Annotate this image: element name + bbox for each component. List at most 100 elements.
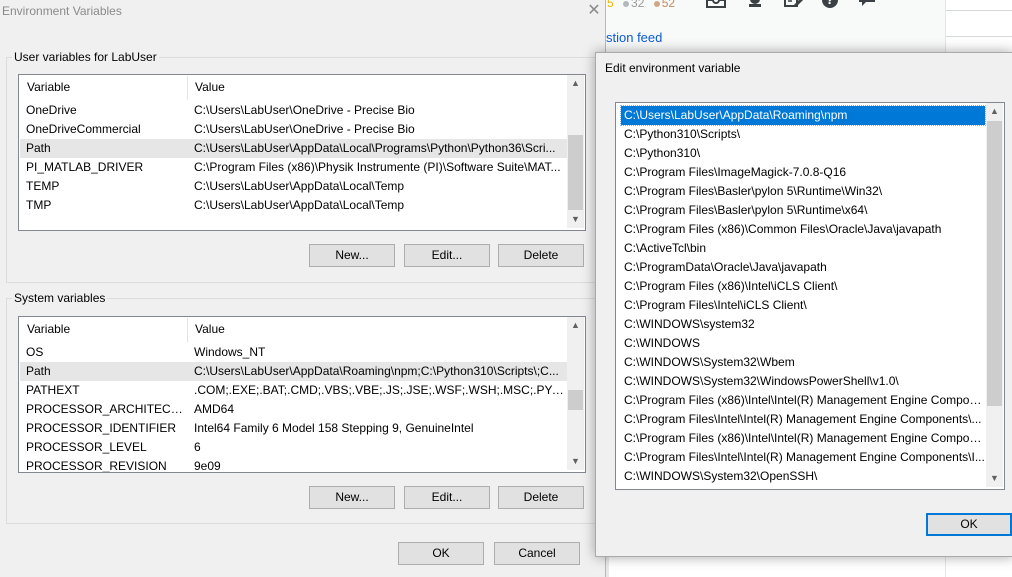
path-entry[interactable]: C:\Python310\Scripts\ <box>621 125 985 144</box>
variable-value: .COM;.EXE;.BAT;.CMD;.VBS;.VBE;.JS;.JSE;.… <box>194 383 564 397</box>
variable-name: Path <box>26 364 51 378</box>
path-entry[interactable]: C:\Program Files\Basler\pylon 5\Runtime\… <box>621 201 985 220</box>
path-entry[interactable]: C:\ProgramData\Oracle\Java\javapath <box>621 258 985 277</box>
variable-value: C:\Program Files (x86)\Physik Instrument… <box>194 160 561 174</box>
table-row[interactable]: PATHEXT .COM;.EXE;.BAT;.CMD;.VBS;.VBE;.J… <box>20 381 567 400</box>
scroll-up-icon[interactable]: ▲ <box>986 103 1003 120</box>
variable-value: C:\Users\LabUser\AppData\Local\Temp <box>194 198 405 212</box>
path-entry[interactable]: C:\WINDOWS\system32 <box>621 315 985 334</box>
system-new-button[interactable]: New... <box>309 486 395 509</box>
column-separator[interactable] <box>187 76 188 100</box>
table-row[interactable]: OS Windows_NT <box>20 343 567 362</box>
scroll-thumb[interactable] <box>987 121 1002 406</box>
table-row[interactable]: TEMP C:\Users\LabUser\AppData\Local\Temp <box>20 177 567 196</box>
scroll-up-icon[interactable]: ▲ <box>567 75 584 92</box>
bronze-badge-icon <box>653 0 660 7</box>
list-header: Variable Value <box>20 76 567 98</box>
path-entry[interactable]: C:\Program Files\Basler\pylon 5\Runtime\… <box>621 182 985 201</box>
table-row[interactable]: OneDriveCommercial C:\Users\LabUser\OneD… <box>20 120 567 139</box>
path-entries-list[interactable]: C:\Users\LabUser\AppData\Roaming\npm C:\P… <box>615 102 1005 490</box>
path-entry[interactable]: C:\WINDOWS\System32\OpenSSH\ <box>621 467 985 486</box>
review-icon[interactable] <box>784 0 804 10</box>
reputation-badges: 5 32 52 <box>599 0 675 10</box>
table-row-selected[interactable]: Path C:\Users\LabUser\AppData\Roaming\np… <box>20 362 567 381</box>
table-row[interactable]: PROCESSOR_LEVEL 6 <box>20 438 567 457</box>
vertical-scrollbar[interactable]: ▲ ▼ <box>567 317 584 470</box>
path-entry[interactable]: C:\Program Files (x86)\Common Files\Orac… <box>621 220 985 239</box>
column-header-value[interactable]: Value <box>195 318 225 340</box>
path-entry[interactable]: C:\Python310\ <box>621 144 985 163</box>
chat-icon[interactable] <box>858 0 876 10</box>
scroll-down-icon[interactable]: ▼ <box>986 470 1003 487</box>
list-header: Variable Value <box>20 318 567 340</box>
path-entry[interactable]: C:\Program Files\Intel\iCLS Client\ <box>621 296 985 315</box>
variable-name: PROCESSOR_IDENTIFIER <box>26 421 177 435</box>
table-row[interactable]: PROCESSOR_IDENTIFIER Intel64 Family 6 Mo… <box>20 419 567 438</box>
column-separator[interactable] <box>187 318 188 342</box>
inbox-icon[interactable] <box>706 0 726 10</box>
path-entry[interactable]: C:\Program Files\Intel\Intel(R) Manageme… <box>621 410 985 429</box>
variable-name: PROCESSOR_ARCHITECTURE <box>26 402 186 416</box>
variable-name: OneDriveCommercial <box>26 122 141 136</box>
user-new-button[interactable]: New... <box>309 244 395 267</box>
variable-value: AMD64 <box>194 402 235 416</box>
variable-name: OneDrive <box>26 103 77 117</box>
user-delete-button[interactable]: Delete <box>498 244 584 267</box>
scroll-down-icon[interactable]: ▼ <box>567 453 584 470</box>
ok-button[interactable]: OK <box>398 542 484 565</box>
scroll-up-icon[interactable]: ▲ <box>567 317 584 334</box>
variable-name: Path <box>26 141 51 155</box>
scroll-thumb[interactable] <box>568 390 583 410</box>
scroll-down-icon[interactable]: ▼ <box>567 211 584 228</box>
table-row[interactable]: TMP C:\Users\LabUser\AppData\Local\Temp <box>20 196 567 215</box>
variable-name: TMP <box>26 198 52 212</box>
variable-value: C:\Users\LabUser\OneDrive - Precise Bio <box>194 122 415 136</box>
table-row-selected[interactable]: Path C:\Users\LabUser\AppData\Local\Prog… <box>20 139 567 158</box>
path-entry[interactable]: C:\WINDOWS\System32\WindowsPowerShell\v1… <box>621 372 985 391</box>
table-row[interactable]: PI_MATLAB_DRIVER C:\Program Files (x86)\… <box>20 158 567 177</box>
system-edit-button[interactable]: Edit... <box>404 486 490 509</box>
system-variables-label: System variables <box>12 291 108 305</box>
path-entry[interactable]: C:\WINDOWS <box>621 334 985 353</box>
user-edit-button[interactable]: Edit... <box>404 244 490 267</box>
variable-value: C:\Users\LabUser\OneDrive - Precise Bio <box>194 103 415 117</box>
column-header-variable[interactable]: Variable <box>27 318 70 340</box>
path-entry[interactable]: C:\WINDOWS\System32\Wbem <box>621 353 985 372</box>
environment-variables-dialog: Environment Variables ✕ User variables f… <box>0 0 606 577</box>
variable-name: PI_MATLAB_DRIVER <box>26 160 144 174</box>
table-row[interactable]: PROCESSOR_REVISION 9e09 <box>20 457 567 473</box>
variable-value: 9e09 <box>194 459 221 473</box>
achievements-icon[interactable] <box>746 0 764 10</box>
variable-name: PATHEXT <box>26 383 80 397</box>
variable-value: C:\Users\LabUser\AppData\Local\Programs\… <box>194 141 556 155</box>
user-variables-list[interactable]: Variable Value OneDrive C:\Users\LabUser… <box>18 74 586 231</box>
path-entry[interactable]: C:\Program Files (x86)\Intel\Intel(R) Ma… <box>621 391 985 410</box>
gold-badge-count: 5 <box>607 0 614 10</box>
question-feed-link[interactable]: stion feed <box>606 30 662 45</box>
ok-button[interactable]: OK <box>926 513 1012 536</box>
variable-value: C:\Users\LabUser\AppData\Local\Temp <box>194 179 405 193</box>
vertical-scrollbar[interactable]: ▲ ▼ <box>986 103 1003 487</box>
close-icon[interactable]: ✕ <box>585 3 603 21</box>
column-header-variable[interactable]: Variable <box>27 76 70 98</box>
column-header-value[interactable]: Value <box>195 76 225 98</box>
table-row[interactable]: PROCESSOR_ARCHITECTURE AMD64 <box>20 400 567 419</box>
table-row[interactable]: OneDrive C:\Users\LabUser\OneDrive - Pre… <box>20 101 567 120</box>
system-variables-list[interactable]: Variable Value OS Windows_NT Path C:\Use… <box>18 316 586 473</box>
scroll-thumb[interactable] <box>568 135 583 210</box>
variable-name: OS <box>26 345 44 359</box>
path-entry[interactable]: C:\Program Files (x86)\Intel\iCLS Client… <box>621 277 985 296</box>
vertical-scrollbar[interactable]: ▲ ▼ <box>567 75 584 228</box>
dialog-title: Edit environment variable <box>605 61 741 75</box>
user-variables-label: User variables for LabUser <box>12 50 159 64</box>
path-entry[interactable]: C:\Program Files (x86)\Intel\Intel(R) Ma… <box>621 429 985 448</box>
cancel-button[interactable]: Cancel <box>494 542 580 565</box>
help-icon[interactable]: ? <box>821 0 839 10</box>
svg-text:?: ? <box>827 0 833 7</box>
system-delete-button[interactable]: Delete <box>498 486 584 509</box>
path-entry-selected[interactable]: C:\Users\LabUser\AppData\Roaming\npm <box>620 105 986 126</box>
path-entry[interactable]: C:\Program Files\ImageMagick-7.0.8-Q16 <box>621 163 985 182</box>
path-entry[interactable]: C:\Program Files\Intel\Intel(R) Manageme… <box>621 448 985 467</box>
path-entry[interactable]: C:\ActiveTcl\bin <box>621 239 985 258</box>
edit-environment-variable-dialog: Edit environment variable C:\Users\LabUs… <box>595 52 1012 557</box>
